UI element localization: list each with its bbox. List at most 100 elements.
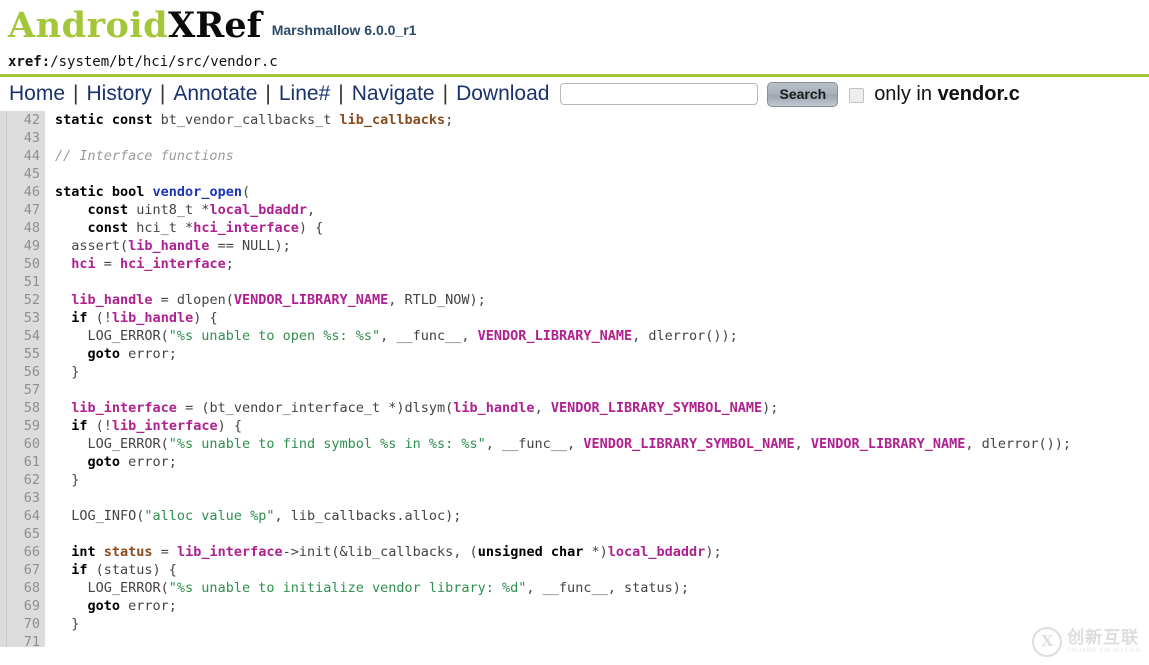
code-symbol-link[interactable]: VENDOR_LIBRARY_NAME <box>234 292 388 308</box>
line-number[interactable]: 48 <box>0 219 45 237</box>
code-line-text: goto error; <box>45 345 177 363</box>
line-number[interactable]: 42 <box>0 111 45 129</box>
line-number[interactable]: 56 <box>0 363 45 381</box>
line-number[interactable]: 63 <box>0 489 45 507</box>
code-token: LOG_ERROR( <box>55 580 169 596</box>
code-token: , __func__, status); <box>526 580 689 596</box>
nav-link-annotate[interactable]: Annotate <box>172 82 258 106</box>
xref-path[interactable]: /system/bt/hci/src/vendor.c <box>50 54 278 70</box>
search-button[interactable]: Search <box>767 81 839 107</box>
line-number[interactable]: 47 <box>0 201 45 219</box>
site-logo[interactable]: AndroidXRef Marshmallow 6.0.0_r1 <box>8 8 1149 43</box>
code-line: 61 goto error; <box>0 453 1149 471</box>
line-number[interactable]: 67 <box>0 561 45 579</box>
code-token: error; <box>120 454 177 470</box>
line-number[interactable]: 46 <box>0 183 45 201</box>
code-line: 43 <box>0 129 1149 147</box>
code-line: 48 const hci_t *hci_interface) { <box>0 219 1149 237</box>
code-token: "%s unable to initialize vendor library:… <box>168 580 527 596</box>
line-number[interactable]: 57 <box>0 381 45 399</box>
nav-link-navigate[interactable]: Navigate <box>351 82 436 106</box>
code-token: , <box>534 400 551 416</box>
code-line-text: assert(lib_handle == NULL); <box>45 237 290 255</box>
line-number[interactable]: 68 <box>0 579 45 597</box>
code-symbol-link[interactable]: lib_handle <box>112 310 193 326</box>
code-token: const <box>87 220 129 236</box>
code-symbol-link[interactable]: status <box>104 544 153 560</box>
code-line: 51 <box>0 273 1149 291</box>
code-symbol-link[interactable]: lib_callbacks <box>339 112 445 128</box>
line-number[interactable]: 44 <box>0 147 45 165</box>
code-token: , RTLD_NOW); <box>388 292 486 308</box>
line-number[interactable]: 59 <box>0 417 45 435</box>
line-number[interactable]: 55 <box>0 345 45 363</box>
code-symbol-link[interactable]: VENDOR_LIBRARY_SYMBOL_NAME <box>583 436 794 452</box>
code-line-text: if (!lib_handle) { <box>45 309 218 327</box>
line-number[interactable]: 53 <box>0 309 45 327</box>
code-token: ) { <box>217 418 242 434</box>
nav-separator: | <box>73 82 79 105</box>
line-number[interactable]: 50 <box>0 255 45 273</box>
code-token: LOG_ERROR( <box>55 436 169 452</box>
code-token: ); <box>705 544 722 560</box>
code-line: 70 } <box>0 615 1149 633</box>
nav-link-home[interactable]: Home <box>8 82 66 106</box>
breadcrumb: xref:/system/bt/hci/src/vendor.c <box>0 52 1149 74</box>
code-line-text: // Interface functions <box>45 147 234 165</box>
line-number[interactable]: 65 <box>0 525 45 543</box>
code-symbol-link[interactable]: lib_handle <box>128 238 209 254</box>
nav-link-history[interactable]: History <box>86 82 153 106</box>
line-number[interactable]: 71 <box>0 633 45 647</box>
code-line-text: LOG_ERROR("%s unable to initialize vendo… <box>45 579 689 597</box>
code-line: 44 // Interface functions <box>0 147 1149 165</box>
code-symbol-link[interactable]: VENDOR_LIBRARY_NAME <box>811 436 965 452</box>
code-token: hci_t * <box>128 220 194 236</box>
code-symbol-link[interactable]: lib_handle <box>453 400 534 416</box>
code-token: ; <box>445 112 454 128</box>
code-symbol-link[interactable]: lib_handle <box>71 292 152 308</box>
line-number[interactable]: 61 <box>0 453 45 471</box>
line-number[interactable]: 52 <box>0 291 45 309</box>
only-in-filename: vendor.c <box>937 82 1020 105</box>
code-symbol-link[interactable]: vendor_open <box>153 184 242 200</box>
line-number[interactable]: 69 <box>0 597 45 615</box>
line-number[interactable]: 60 <box>0 435 45 453</box>
line-number[interactable]: 45 <box>0 165 45 183</box>
nav-link-linenumber[interactable]: Line# <box>278 82 331 106</box>
code-symbol-link[interactable]: lib_interface <box>71 400 177 416</box>
code-line: 68 LOG_ERROR("%s unable to initialize ve… <box>0 579 1149 597</box>
nav-link-download[interactable]: Download <box>455 82 550 106</box>
code-symbol-link[interactable]: local_bdaddr <box>608 544 706 560</box>
line-number[interactable]: 70 <box>0 615 45 633</box>
line-number[interactable]: 64 <box>0 507 45 525</box>
line-number[interactable]: 58 <box>0 399 45 417</box>
code-symbol-link[interactable]: VENDOR_LIBRARY_NAME <box>478 328 632 344</box>
code-symbol-link[interactable]: hci <box>71 256 95 272</box>
line-number[interactable]: 43 <box>0 129 45 147</box>
navigation-bar: Home | History | Annotate | Line# | Navi… <box>0 77 1149 111</box>
code-line: 55 goto error; <box>0 345 1149 363</box>
line-number[interactable]: 54 <box>0 327 45 345</box>
code-token: , dlerror()); <box>965 436 1072 452</box>
line-number[interactable]: 66 <box>0 543 45 561</box>
code-symbol-link[interactable]: lib_interface <box>112 418 218 434</box>
only-in-file-checkbox[interactable] <box>849 87 865 103</box>
code-symbol-link[interactable]: local_bdaddr <box>209 202 307 218</box>
code-symbol-link[interactable]: VENDOR_LIBRARY_SYMBOL_NAME <box>551 400 762 416</box>
code-line: 64 LOG_INFO("alloc value %p", lib_callba… <box>0 507 1149 525</box>
line-number[interactable]: 51 <box>0 273 45 291</box>
line-number[interactable]: 62 <box>0 471 45 489</box>
search-input[interactable] <box>560 83 759 105</box>
code-line: 52 lib_handle = dlopen(VENDOR_LIBRARY_NA… <box>0 291 1149 309</box>
code-symbol-link[interactable]: hci_interface <box>120 256 226 272</box>
code-line: 50 hci = hci_interface; <box>0 255 1149 273</box>
code-token: ) { <box>193 310 218 326</box>
code-token: if <box>71 418 88 434</box>
code-line: 46 static bool vendor_open( <box>0 183 1149 201</box>
code-token: , __func__, <box>380 328 478 344</box>
line-number[interactable]: 49 <box>0 237 45 255</box>
code-symbol-link[interactable]: lib_interface <box>177 544 283 560</box>
code-symbol-link[interactable]: hci_interface <box>193 220 299 236</box>
